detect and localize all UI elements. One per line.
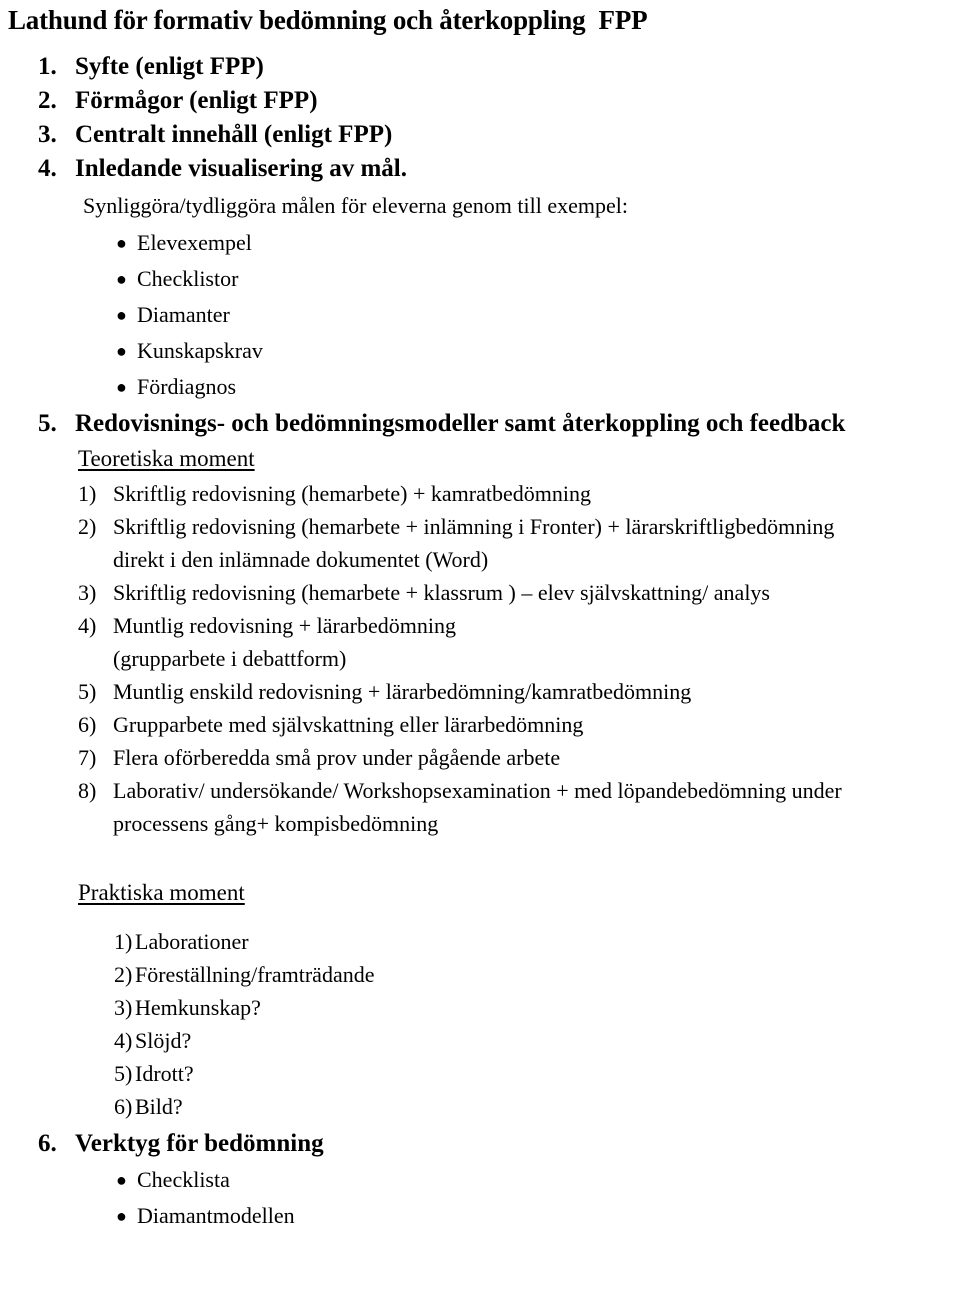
list-marker: 1): [78, 481, 97, 506]
list-item-label: Diamantmodellen: [137, 1203, 295, 1228]
list-marker: 4): [78, 613, 97, 638]
list-marker: 6.: [38, 1130, 57, 1157]
list-item-label: Checklista: [137, 1167, 230, 1192]
list-marker: 6): [114, 1094, 133, 1119]
list-item-label: Skriftlig redovisning (hemarbete + klass…: [113, 580, 770, 605]
visualisation-intro-text: Synliggöra/tydliggöra målen för eleverna…: [83, 193, 628, 218]
list-item: 2) Skriftlig redovisning (hemarbete + in…: [0, 510, 960, 576]
main-list-item-label: Inledande visualisering av mål.: [75, 155, 407, 182]
list-item-label: Laborativ/ undersökande/ Workshopsexamin…: [113, 778, 842, 803]
list-marker: 4): [114, 1028, 133, 1053]
list-item: 1) Skriftlig redovisning (hemarbete) + k…: [0, 477, 960, 510]
list-marker: 5): [114, 1061, 133, 1086]
list-item-label: Diamanter: [137, 302, 230, 327]
list-marker: 2): [78, 514, 97, 539]
bullet-dot-icon: ●: [116, 1206, 127, 1226]
main-list-item-label: Verktyg för bedömning: [75, 1130, 324, 1157]
list-item-label-continued: (grupparbete i debattform): [113, 646, 347, 671]
list-item-label-continued: processens gång+ kompisbedömning: [113, 811, 439, 836]
list-item-label-continued: direkt i den inlämnade dokumentet (Word): [113, 547, 489, 572]
bullet-dot-icon: ●: [116, 341, 127, 361]
list-item: 6) Grupparbete med självskattning eller …: [0, 708, 960, 741]
list-item: ● Checklista: [0, 1162, 960, 1198]
main-list-item-label: Redovisnings- och bedömningsmodeller sam…: [75, 410, 846, 437]
list-item: ● Diamanter: [0, 297, 960, 333]
list-item: ● Elevexempel: [0, 225, 960, 261]
tools-bullet-list: ● Checklista ● Diamantmodellen: [0, 1162, 960, 1234]
list-item: 5) Muntlig enskild redovisning + lärarbe…: [0, 675, 960, 708]
list-item: 4) Slöjd?: [0, 1024, 960, 1057]
list-marker: 3): [78, 580, 97, 605]
list-marker: 2): [114, 962, 133, 987]
list-item: 1) Laborationer: [0, 925, 960, 958]
list-item-label: Föreställning/framträdande: [135, 962, 375, 987]
main-list-item-2: 2. Förmågor (enligt FPP): [0, 84, 960, 118]
main-list-item-label: Förmågor (enligt FPP): [75, 87, 318, 114]
bullet-dot-icon: ●: [116, 377, 127, 397]
main-list-item-1: 1. Syfte (enligt FPP): [0, 50, 960, 84]
document-page: Lathund för formativ bedömning och återk…: [0, 4, 960, 1306]
list-item-label: Hemkunskap?: [135, 995, 261, 1020]
list-item-label: Idrott?: [135, 1061, 194, 1086]
main-list-item-label: Syfte (enligt FPP): [75, 53, 264, 80]
list-marker: 6): [78, 712, 97, 737]
list-marker: 4.: [38, 155, 57, 182]
list-item-label: Elevexempel: [137, 230, 252, 255]
list-item-label: Skriftlig redovisning (hemarbete) + kamr…: [113, 481, 591, 506]
list-item: ● Kunskapskrav: [0, 333, 960, 369]
list-item: 3) Hemkunskap?: [0, 991, 960, 1024]
list-marker: 1.: [38, 53, 57, 80]
list-item-label: Bild?: [135, 1094, 183, 1119]
list-item: 8) Laborativ/ undersökande/ Workshopsexa…: [0, 774, 960, 840]
main-list-item-6: 6. Verktyg för bedömning: [0, 1127, 960, 1161]
list-item: 7) Flera oförberedda små prov under pågå…: [0, 741, 960, 774]
list-item-label: Laborationer: [135, 929, 249, 954]
theory-numbered-list: 1) Skriftlig redovisning (hemarbete) + k…: [0, 477, 960, 840]
list-item-label: Skriftlig redovisning (hemarbete + inläm…: [113, 514, 835, 539]
list-item-label: Kunskapskrav: [137, 338, 263, 363]
list-item-label: Fördiagnos: [137, 374, 236, 399]
list-marker: 8): [78, 778, 97, 803]
list-item: ● Fördiagnos: [0, 369, 960, 405]
list-item-label: Muntlig redovisning + lärarbedömning: [113, 613, 456, 638]
theory-section-heading: Teoretiska moment: [78, 446, 255, 471]
list-item: ● Diamantmodellen: [0, 1198, 960, 1234]
list-marker: 2.: [38, 87, 57, 114]
list-item-label: Grupparbete med självskattning eller lär…: [113, 712, 584, 737]
list-item-label: Slöjd?: [135, 1028, 192, 1053]
main-list-item-4: 4. Inledande visualisering av mål.: [0, 152, 960, 186]
theory-heading-wrap: Teoretiska moment: [0, 441, 960, 475]
list-item: 3) Skriftlig redovisning (hemarbete + kl…: [0, 576, 960, 609]
main-outline-list-end: 6. Verktyg för bedömning: [0, 1127, 960, 1161]
bullet-dot-icon: ●: [116, 1170, 127, 1190]
practical-heading-wrap: Praktiska moment: [0, 875, 960, 909]
list-item: ● Checklistor: [0, 261, 960, 297]
page-title: Lathund för formativ bedömning och återk…: [8, 5, 648, 35]
list-item-label: Checklistor: [137, 266, 239, 291]
main-outline-list: 1. Syfte (enligt FPP) 2. Förmågor (enlig…: [0, 50, 960, 186]
visualisation-bullet-list: ● Elevexempel ● Checklistor ● Diamanter …: [0, 225, 960, 405]
list-item: 4) Muntlig redovisning + lärarbedömning …: [0, 609, 960, 675]
list-marker: 7): [78, 745, 97, 770]
list-item-label: Flera oförberedda små prov under pågåend…: [113, 745, 561, 770]
main-list-item-5: 5. Redovisnings- och bedömningsmodeller …: [0, 407, 960, 441]
practical-numbered-list: 1) Laborationer 2) Föreställning/framträ…: [0, 925, 960, 1123]
list-item: 2) Föreställning/framträdande: [0, 958, 960, 991]
list-marker: 5): [78, 679, 97, 704]
practical-section-heading: Praktiska moment: [78, 880, 245, 905]
main-list-item-label: Centralt innehåll (enligt FPP): [75, 121, 393, 148]
list-item-label: Muntlig enskild redovisning + lärarbedöm…: [113, 679, 692, 704]
list-marker: 3.: [38, 121, 57, 148]
bullet-dot-icon: ●: [116, 233, 127, 253]
bullet-dot-icon: ●: [116, 269, 127, 289]
main-list-item-3: 3. Centralt innehåll (enligt FPP): [0, 118, 960, 152]
list-marker: 1): [114, 929, 133, 954]
list-item: 6) Bild?: [0, 1090, 960, 1123]
list-marker: 5.: [38, 410, 57, 437]
bullet-dot-icon: ●: [116, 305, 127, 325]
list-item: 5) Idrott?: [0, 1057, 960, 1090]
main-outline-list-continued: 5. Redovisnings- och bedömningsmodeller …: [0, 407, 960, 441]
list-marker: 3): [114, 995, 133, 1020]
